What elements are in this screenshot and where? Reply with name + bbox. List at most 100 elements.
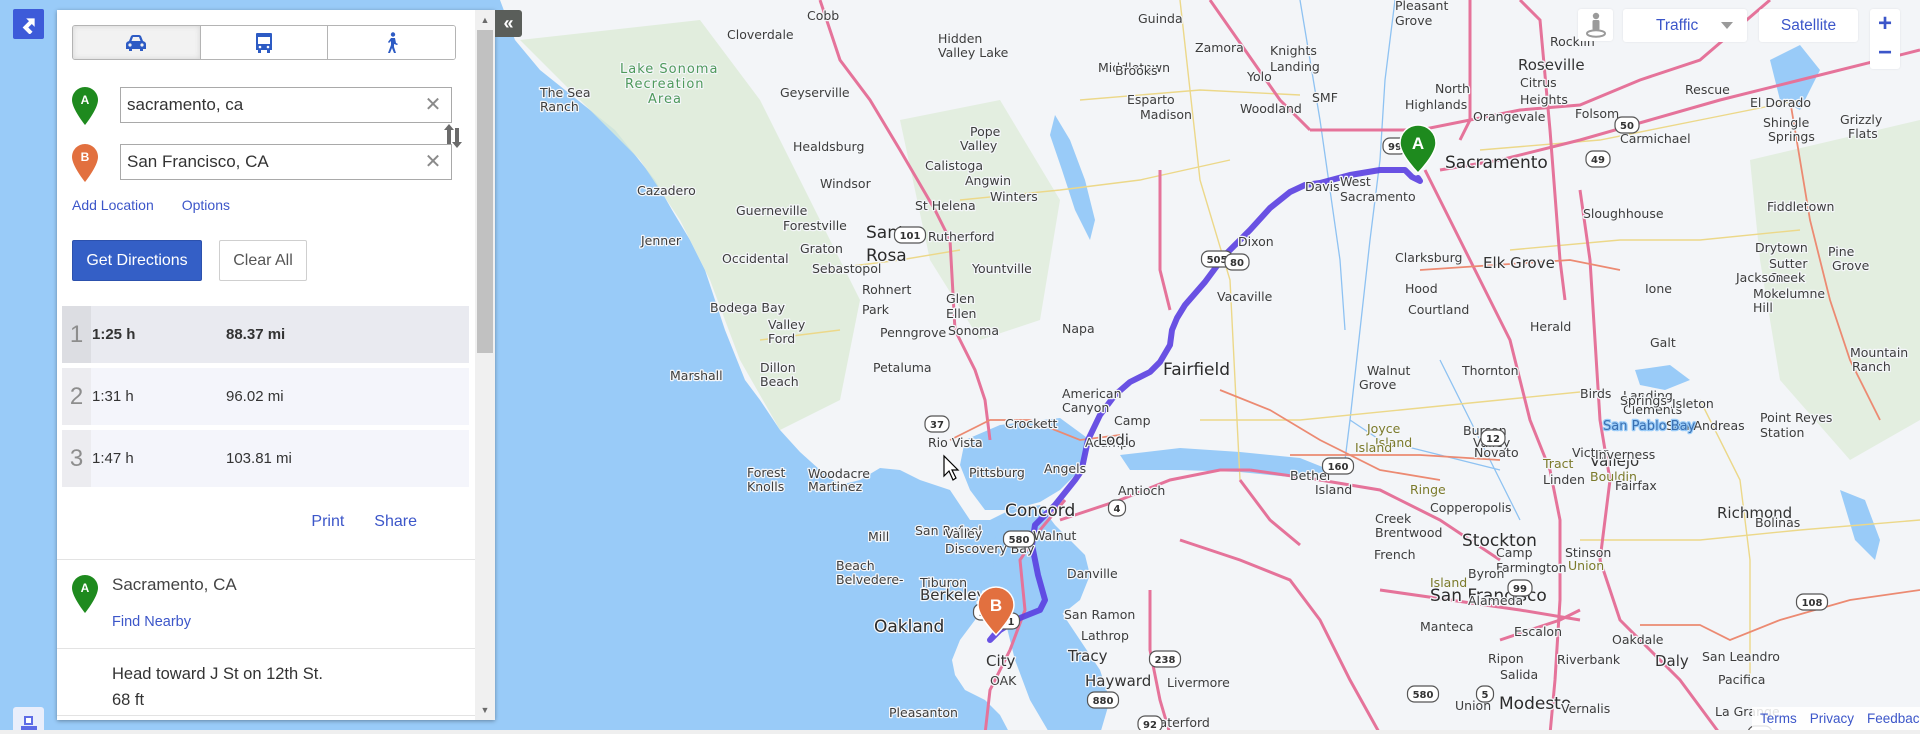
route-distance: 96.02 mi [226, 388, 284, 405]
map-place-label: Jackson [1735, 270, 1784, 285]
map-place-label: Rutherford [928, 229, 995, 244]
map-place-label: Zamora [1195, 40, 1244, 55]
map-place-label: Pine [1828, 244, 1855, 259]
map-place-label: OAK [990, 673, 1017, 688]
add-location-link[interactable]: Add Location [72, 197, 154, 213]
map-place-label: Graton [800, 241, 843, 256]
mode-walking-tab[interactable] [328, 26, 455, 59]
map-place-label: Novato [1474, 445, 1519, 460]
start-location-input[interactable] [120, 87, 452, 123]
map-place-label: Antioch [1118, 483, 1165, 498]
svg-text:A: A [81, 93, 90, 107]
map-place-label: Lathrop [1081, 628, 1129, 643]
highway-shield: 580 [1002, 530, 1036, 548]
map-place-label: Rio Vista [928, 435, 983, 450]
route-distance: 88.37 mi [226, 326, 286, 343]
map-place-label: Tracy [1067, 647, 1108, 665]
map-place-label: Courtland [1408, 302, 1469, 317]
map-place-label: Belvedere- [836, 572, 904, 587]
directions-toggle-button[interactable] [13, 9, 44, 39]
map-place-label: Valley Lake [938, 45, 1009, 60]
map-place-label: Flats [1848, 126, 1878, 141]
bus-icon [256, 32, 272, 53]
map-place-label: Grove [1832, 258, 1870, 273]
step-distance: 68 ft [112, 691, 145, 709]
map-place-label: Tract [1542, 456, 1573, 471]
terms-link[interactable]: Terms [1760, 711, 1797, 726]
feedback-link[interactable]: Feedback [1867, 711, 1920, 726]
map-place-label: St Helena [915, 198, 976, 213]
privacy-link[interactable]: Privacy [1810, 711, 1854, 726]
map-place-label: Pacifica [1718, 672, 1765, 687]
clear-start-icon[interactable]: ✕ [422, 94, 444, 116]
map-place-label: Rescue [1685, 82, 1730, 97]
map-place-label: Beach [760, 374, 799, 389]
traffic-dropdown[interactable]: Traffic [1623, 9, 1747, 42]
swap-waypoints-button[interactable] [442, 118, 464, 154]
map-place-label: Orangevale [1473, 109, 1546, 124]
map-place-label: Ranch [540, 99, 579, 114]
dropdown-caret-icon [1721, 22, 1733, 29]
scroll-down-arrow-icon[interactable]: ▼ [475, 700, 495, 720]
scroll-thumb[interactable] [477, 30, 493, 353]
map-place-label: Penngrove [880, 325, 946, 340]
svg-text:880: 880 [1093, 696, 1114, 707]
scroll-up-arrow-icon[interactable]: ▲ [475, 10, 495, 30]
map-place-label: Marshall [670, 368, 723, 383]
person-icon [1585, 12, 1606, 38]
svg-text:580: 580 [1009, 535, 1030, 546]
map-place-label: Daly [1655, 652, 1689, 670]
mode-driving-tab[interactable] [73, 26, 201, 59]
mode-transit-tab[interactable] [200, 26, 329, 59]
swap-arrows-icon [444, 124, 462, 148]
travel-mode-selector [72, 25, 456, 60]
map-place-label: Yountville [971, 261, 1032, 276]
share-link[interactable]: Share [374, 513, 417, 531]
map-place-label: Knolls [747, 479, 784, 494]
print-link[interactable]: Print [311, 513, 344, 531]
pin-a-icon: A [72, 87, 98, 125]
collapse-panel-button[interactable]: « [495, 10, 522, 37]
panel-scrollbar[interactable]: ▲ ▼ [475, 10, 495, 720]
highway-shield: 4 [1107, 499, 1127, 517]
streetside-button[interactable] [1578, 9, 1613, 41]
zoom-in-button[interactable]: + [1878, 10, 1892, 39]
map-place-label: Petaluma [873, 360, 932, 375]
map-place-label: Ripon [1488, 651, 1524, 666]
map-place-label: Island [1355, 440, 1392, 455]
direction-step[interactable]: Head toward J St on 12th St. 68 ft [112, 661, 323, 713]
destination-input[interactable] [120, 144, 452, 180]
map-place-label: Glen [946, 291, 975, 306]
zoom-out-button[interactable]: − [1878, 39, 1892, 68]
map-place-label: Hayward [1085, 672, 1151, 690]
map-place-label: Livermore [1167, 675, 1230, 690]
start-name: Sacramento, CA [112, 575, 237, 594]
route-option[interactable]: 1 1:25 h 88.37 mi [62, 306, 469, 363]
map-place-label: North [1435, 81, 1470, 96]
map-place-label: Walnut [1367, 363, 1411, 378]
highway-shield: 80 [1224, 253, 1250, 271]
map-place-label: Manteca [1420, 619, 1474, 634]
get-directions-button[interactable]: Get Directions [72, 240, 202, 281]
map-place-label: SMF [1312, 90, 1338, 105]
map-place-label: Station [1760, 425, 1804, 440]
map-place-label: Brentwood [1375, 525, 1442, 540]
find-nearby-link[interactable]: Find Nearby [112, 614, 191, 630]
map-place-label: Lake Sonoma [620, 62, 718, 77]
map-place-label: El Dorado [1750, 95, 1811, 110]
walking-icon [387, 31, 398, 53]
route-option[interactable]: 3 1:47 h 103.81 mi [62, 430, 469, 487]
map-place-label: Walnut [1033, 528, 1077, 543]
clear-destination-icon[interactable]: ✕ [422, 151, 444, 173]
satellite-label: Satellite [1780, 16, 1837, 34]
directions-panel: A ✕ B ✕ Add Location Options Get Directi… [57, 10, 495, 720]
map-place-label: Linden [1543, 472, 1585, 487]
double-chevron-left-icon: « [503, 13, 514, 33]
clear-all-button[interactable]: Clear All [219, 240, 307, 281]
map-place-label: Brooks [1115, 63, 1158, 78]
svg-text:80: 80 [1230, 258, 1244, 269]
route-option[interactable]: 2 1:31 h 96.02 mi [62, 368, 469, 425]
satellite-button[interactable]: Satellite [1759, 9, 1858, 42]
map-place-label: Jenner [640, 233, 682, 248]
options-link[interactable]: Options [182, 197, 230, 213]
